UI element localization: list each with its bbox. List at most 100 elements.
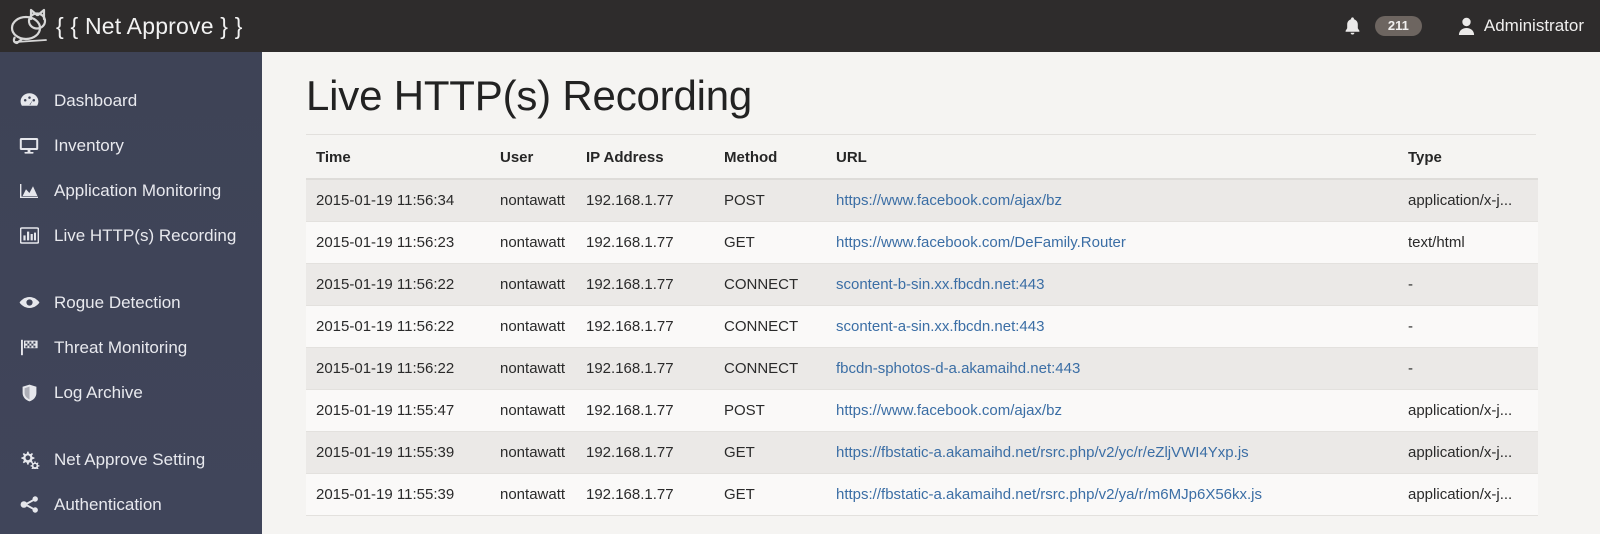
cell-type: - [1398,305,1538,348]
cell-type: - [1398,347,1538,390]
cell-time: 2015-01-19 11:56:22 [306,347,490,390]
sidebar-item-rogue-detection[interactable]: Rogue Detection [0,280,262,325]
table-row[interactable]: 2015-01-19 11:56:22 nontawatt 192.168.1.… [306,305,1538,348]
table-header-row: Time User IP Address Method URL Type [306,135,1538,180]
sidebar-item-inventory[interactable]: Inventory [0,123,262,168]
cell-url: https://www.facebook.com/ajax/bz [826,179,1398,222]
url-link[interactable]: https://www.facebook.com/ajax/bz [836,402,1062,419]
top-header-bar: { { Net Approve } } 211 Administrator [0,0,1600,52]
cell-url: https://fbstatic-a.akamaihd.net/rsrc.php… [826,473,1398,516]
cell-url: scontent-b-sin.xx.fbcdn.net:443 [826,263,1398,306]
cell-ip: 192.168.1.77 [576,431,714,474]
bar-chart-icon [16,227,42,244]
url-link[interactable]: https://fbstatic-a.akamaihd.net/rsrc.php… [836,444,1249,461]
eye-icon [16,296,42,309]
column-header-user[interactable]: User [490,135,576,180]
cell-time: 2015-01-19 11:55:39 [306,431,490,474]
cell-time: 2015-01-19 11:56:22 [306,305,490,348]
url-link[interactable]: https://fbstatic-a.akamaihd.net/rsrc.php… [836,486,1262,503]
table-row[interactable]: 2015-01-19 11:56:23 nontawatt 192.168.1.… [306,221,1538,264]
url-link[interactable]: https://www.facebook.com/DeFamily.Router [836,234,1126,251]
sidebar-item-authentication[interactable]: Authentication [0,482,262,527]
bell-icon[interactable] [1344,16,1361,36]
user-icon [1458,17,1475,35]
url-link[interactable]: scontent-a-sin.xx.fbcdn.net:443 [836,318,1044,335]
cell-ip: 192.168.1.77 [576,179,714,222]
url-link[interactable]: https://www.facebook.com/ajax/bz [836,192,1062,209]
cell-method: CONNECT [714,263,826,306]
user-name-label: Administrator [1483,16,1584,35]
cell-method: CONNECT [714,305,826,348]
cell-url: fbcdn-sphotos-d-a.akamaihd.net:443 [826,347,1398,390]
sidebar-item-label: Dashboard [54,90,138,110]
table-row[interactable]: 2015-01-19 11:55:39 nontawatt 192.168.1.… [306,473,1538,516]
sidebar-item-label: Rogue Detection [54,292,181,312]
table-row[interactable]: 2015-01-19 11:56:22 nontawatt 192.168.1.… [306,263,1538,306]
sidebar-item-label: Threat Monitoring [54,337,188,357]
cell-method: CONNECT [714,347,826,390]
sidebar-item-live-http-recording[interactable]: Live HTTP(s) Recording [0,213,262,258]
brand-block[interactable]: { { Net Approve } } [0,0,262,52]
sidebar-item-dashboard[interactable]: Dashboard [0,78,262,123]
table-header: Time User IP Address Method URL Type [306,135,1538,180]
cell-ip: 192.168.1.77 [576,473,714,516]
table-row[interactable]: 2015-01-19 11:56:22 nontawatt 192.168.1.… [306,347,1538,390]
sidebar-item-threat-monitoring[interactable]: Threat Monitoring [0,325,262,370]
user-menu[interactable]: Administrator [1458,16,1584,36]
cell-user: nontawatt [490,221,576,264]
cell-user: nontawatt [490,305,576,348]
dashboard-icon [16,92,42,109]
cell-type: text/html [1398,221,1538,264]
cell-type: application/x-j... [1398,431,1538,474]
cell-user: nontawatt [490,473,576,516]
flag-icon [16,339,42,356]
cat-logo-icon [6,4,52,48]
table-row[interactable]: 2015-01-19 11:55:47 nontawatt 192.168.1.… [306,389,1538,432]
column-header-time[interactable]: Time [306,135,490,180]
sidebar-item-label: Inventory [54,135,124,155]
cell-method: POST [714,389,826,432]
sidebar-item-label: Live HTTP(s) Recording [54,225,237,245]
cell-ip: 192.168.1.77 [576,347,714,390]
http-recording-table: Time User IP Address Method URL Type 201… [306,135,1538,516]
cell-url: https://www.facebook.com/ajax/bz [826,389,1398,432]
cell-ip: 192.168.1.77 [576,389,714,432]
url-link[interactable]: scontent-b-sin.xx.fbcdn.net:443 [836,276,1044,293]
column-header-method[interactable]: Method [714,135,826,180]
cell-url: https://www.facebook.com/DeFamily.Router [826,221,1398,264]
notification-count-badge[interactable]: 211 [1374,16,1422,36]
main-content: Live HTTP(s) Recording Time User IP Addr… [262,52,1600,534]
cell-user: nontawatt [490,347,576,390]
share-icon [16,496,42,513]
url-link[interactable]: fbcdn-sphotos-d-a.akamaihd.net:443 [836,360,1080,377]
sidebar-item-label: Net Approve Setting [54,449,206,469]
table-row[interactable]: 2015-01-19 11:56:34 nontawatt 192.168.1.… [306,179,1538,222]
cell-type: application/x-j... [1398,389,1538,432]
cell-ip: 192.168.1.77 [576,305,714,348]
cell-method: POST [714,179,826,222]
cell-method: GET [714,473,826,516]
sidebar-item-log-archive[interactable]: Log Archive [0,370,262,415]
sidebar-item-label: Authentication [54,494,162,514]
monitor-icon [16,137,42,154]
cell-time: 2015-01-19 11:55:39 [306,473,490,516]
column-header-url[interactable]: URL [826,135,1398,180]
sidebar-item-label: Application Monitoring [54,180,222,200]
page-title: Live HTTP(s) Recording [306,72,753,119]
cell-time: 2015-01-19 11:56:22 [306,263,490,306]
cell-ip: 192.168.1.77 [576,221,714,264]
cogs-icon [16,451,42,469]
cell-user: nontawatt [490,389,576,432]
sidebar-item-application-monitoring[interactable]: Application Monitoring [0,168,262,213]
column-header-type[interactable]: Type [1398,135,1538,180]
table-row[interactable]: 2015-01-19 11:55:39 nontawatt 192.168.1.… [306,431,1538,474]
header-right-group: 211 Administrator [1344,0,1600,52]
shield-icon [16,384,42,402]
sidebar-item-label: Log Archive [54,382,143,402]
table-body: 2015-01-19 11:56:34 nontawatt 192.168.1.… [306,179,1538,516]
cell-time: 2015-01-19 11:56:34 [306,179,490,222]
cell-type: application/x-j... [1398,179,1538,222]
cell-method: GET [714,221,826,264]
column-header-ip[interactable]: IP Address [576,135,714,180]
sidebar-item-net-approve-setting[interactable]: Net Approve Setting [0,437,262,482]
